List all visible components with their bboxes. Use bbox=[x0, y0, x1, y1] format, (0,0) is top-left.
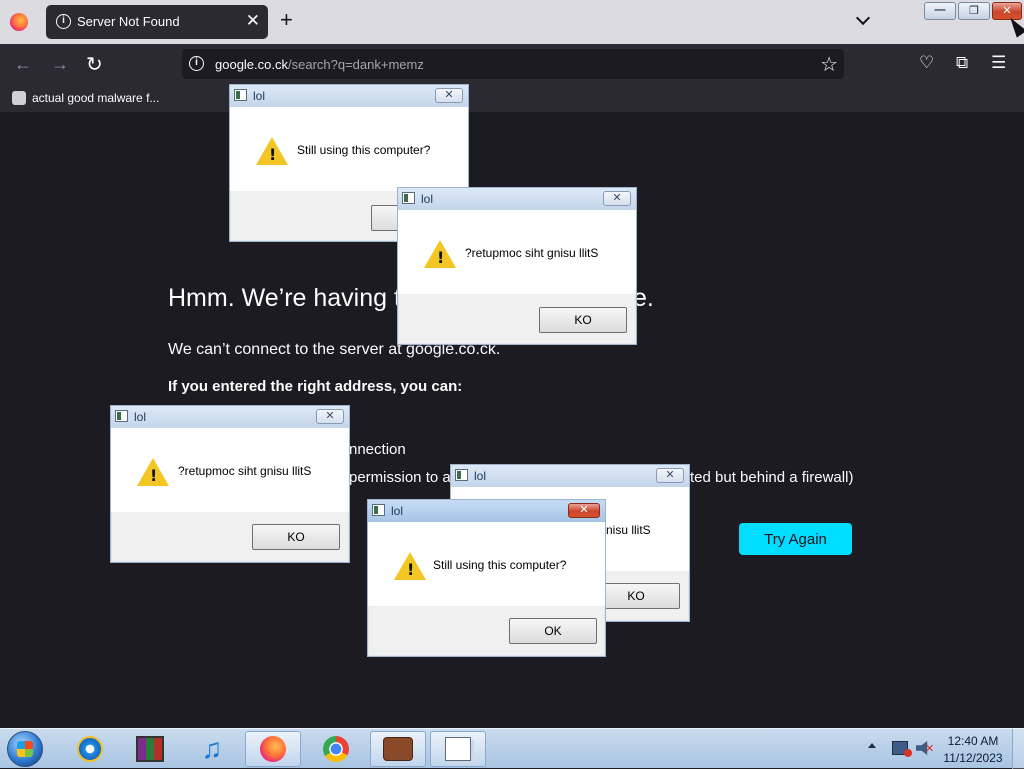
dialog-message: ?retupmoc siht gnisu llitS bbox=[178, 464, 312, 478]
try-again-button[interactable]: Try Again bbox=[739, 523, 852, 555]
dialog-body: ! Still using this computer? bbox=[230, 107, 468, 191]
extensions-icon[interactable]: ⧉ bbox=[956, 53, 968, 73]
info-icon: i bbox=[56, 14, 71, 29]
warning-icon: ! bbox=[137, 458, 169, 486]
bookmark-favicon-icon bbox=[12, 91, 26, 105]
dialog-titlebar[interactable]: lol ✕ bbox=[111, 406, 349, 428]
dialog-message: ?retupmoc siht gnisu llitS bbox=[465, 246, 599, 260]
bookmarks-toolbar: actual good malware f... bbox=[0, 84, 1024, 112]
tab-server-not-found[interactable]: i Server Not Found ✕ bbox=[46, 5, 268, 39]
dialog-close-button[interactable]: ✕ bbox=[568, 503, 600, 518]
dialog-title: lol bbox=[391, 504, 404, 518]
forward-arrow-icon[interactable]: → bbox=[51, 54, 69, 75]
warning-icon: ! bbox=[424, 240, 456, 268]
reload-icon[interactable]: ↻ bbox=[86, 52, 103, 77]
lol-dialog[interactable]: lol ✕ ! ?retupmoc siht gnisu llitS KO bbox=[397, 187, 637, 345]
dialog-close-button[interactable]: ✕ bbox=[435, 88, 463, 103]
dialog-titlebar[interactable]: lol ✕ bbox=[398, 188, 636, 210]
chevron-down-icon[interactable] bbox=[856, 12, 870, 26]
bookmark-star-icon[interactable]: ☆ bbox=[820, 52, 838, 77]
error-title: Hmm. We’re having t e. bbox=[168, 284, 654, 312]
error-tip-permission: permission to a bbox=[349, 469, 451, 486]
lol-dialog[interactable]: lol ✕ ! ?retupmoc siht gnisu llitS KO bbox=[110, 405, 350, 563]
dialog-title: lol bbox=[134, 410, 147, 424]
site-info-icon[interactable]: i bbox=[189, 56, 204, 71]
url-bar[interactable]: i google.co.ck/search?q=dank+memz ☆ bbox=[182, 49, 844, 79]
navigation-toolbar: ← → ↻ i google.co.ck/search?q=dank+memz … bbox=[0, 44, 1024, 84]
error-intro: If you entered the right address, you ca… bbox=[168, 378, 463, 395]
restore-button[interactable]: ❐ bbox=[958, 2, 990, 20]
dialog-body: ! ?retupmoc siht gnisu llitS bbox=[111, 428, 349, 512]
dialog-titlebar[interactable]: lol ✕ bbox=[451, 465, 689, 487]
internet-explorer-taskbar-icon[interactable] bbox=[62, 731, 118, 767]
dialog-ok-button[interactable]: OK bbox=[509, 618, 597, 644]
mute-icon: ✕ bbox=[925, 743, 935, 755]
dialog-message: Still using this computer? bbox=[433, 558, 567, 572]
new-tab-button[interactable]: + bbox=[280, 9, 293, 31]
error-tip-firewall: ted but behind a firewall) bbox=[690, 469, 854, 486]
taskbar: ♫ ✕ 12:40 AM 11/12/2023 bbox=[0, 728, 1024, 769]
itunes-taskbar-icon[interactable]: ♫ bbox=[184, 731, 240, 767]
dialog-ok-button[interactable]: KO bbox=[539, 307, 627, 333]
warning-icon: ! bbox=[256, 137, 288, 165]
tab-title: Server Not Found bbox=[77, 14, 180, 29]
dialog-close-button[interactable]: ✕ bbox=[656, 468, 684, 483]
dialog-body: ! Still using this computer? bbox=[368, 522, 605, 606]
dialog-title: lol bbox=[421, 192, 434, 206]
show-desktop-button[interactable] bbox=[1012, 729, 1024, 769]
warning-icon: ! bbox=[394, 552, 426, 580]
clock-time[interactable]: 12:40 AM bbox=[940, 734, 1006, 748]
winrar-taskbar-icon[interactable] bbox=[122, 731, 178, 767]
dialog-close-button[interactable]: ✕ bbox=[316, 409, 344, 424]
dialog-title: lol bbox=[474, 469, 487, 483]
url-text[interactable]: google.co.ck/search?q=dank+memz bbox=[215, 57, 424, 72]
dialog-titlebar[interactable]: lol ✕ bbox=[368, 500, 605, 522]
show-hidden-icons[interactable] bbox=[868, 743, 876, 748]
network-icon[interactable] bbox=[892, 741, 912, 757]
dialog-message: Still using this computer? bbox=[297, 143, 431, 157]
tab-strip: i Server Not Found ✕ + — ❐ ✕ bbox=[0, 0, 1024, 44]
app-icon bbox=[455, 469, 468, 481]
firefox-taskbar-icon[interactable] bbox=[245, 731, 301, 767]
dialog-body: ! ?retupmoc siht gnisu llitS bbox=[398, 210, 636, 294]
start-button[interactable] bbox=[7, 731, 43, 767]
bookmark-item[interactable]: actual good malware f... bbox=[32, 91, 159, 105]
lol-dialog-active[interactable]: lol ✕ ! Still using this computer? OK bbox=[367, 499, 606, 657]
app-icon bbox=[234, 89, 247, 101]
app-icon bbox=[115, 410, 128, 422]
dank-memz-taskbar-icon[interactable] bbox=[370, 731, 426, 767]
back-arrow-icon[interactable]: ← bbox=[14, 54, 32, 75]
dialog-close-button[interactable]: ✕ bbox=[603, 191, 631, 206]
dialog-ok-button[interactable]: KO bbox=[252, 524, 340, 550]
tab-close-icon[interactable]: ✕ bbox=[246, 11, 260, 31]
dialog-message: nisu llitS bbox=[606, 523, 651, 537]
dialog-titlebar[interactable]: lol ✕ bbox=[230, 85, 468, 107]
firefox-icon bbox=[10, 13, 28, 31]
chrome-taskbar-icon[interactable] bbox=[308, 731, 364, 767]
clock-date[interactable]: 11/12/2023 bbox=[940, 751, 1006, 765]
minimize-button[interactable]: — bbox=[924, 2, 956, 20]
app-icon bbox=[402, 192, 415, 204]
lol-dialog-taskbar-icon[interactable] bbox=[430, 731, 486, 767]
app-icon bbox=[372, 504, 385, 516]
error-tip-connection: nnection bbox=[349, 441, 406, 458]
pocket-icon[interactable]: ♡ bbox=[919, 53, 934, 73]
menu-hamburger-icon[interactable]: ☰ bbox=[991, 53, 1006, 73]
dialog-title: lol bbox=[253, 89, 266, 103]
